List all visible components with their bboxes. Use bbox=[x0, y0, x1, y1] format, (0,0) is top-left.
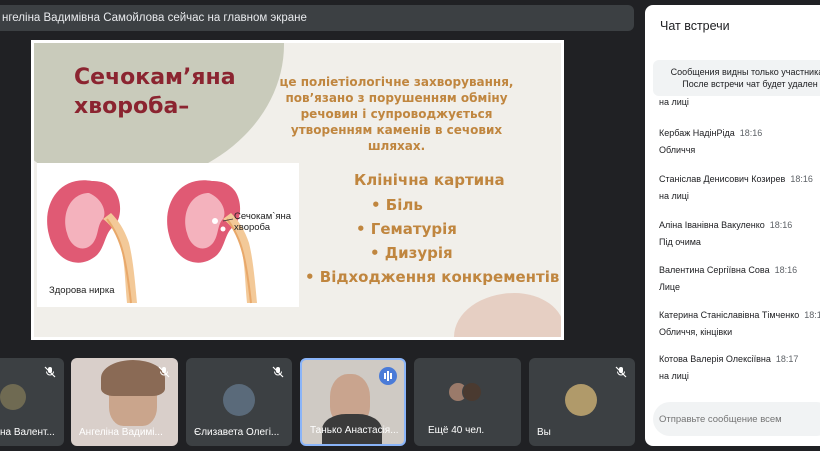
avatar bbox=[223, 384, 255, 416]
stone-disease-label: Сечокам`яна хвороба bbox=[234, 211, 291, 233]
chat-message: Аліна Іванівна Вакуленко 18:16 Під очима bbox=[659, 220, 820, 247]
slide-description: це поліетіологічне захворування, пов’яза… bbox=[279, 75, 514, 153]
decorative-shape bbox=[454, 293, 561, 337]
message-text: Обличчя, кінцівки bbox=[659, 327, 733, 337]
message-time: 18:17 bbox=[804, 310, 820, 320]
message-author: Валентина Сергіївна Сова bbox=[659, 265, 770, 275]
chat-message: Котова Валерія Олексіївна 18:17 на лиці bbox=[659, 354, 820, 381]
message-author: Котова Валерія Олексіївна bbox=[659, 354, 771, 364]
chat-message: Катерина Станіславівна Тімченко 18:17 Обл… bbox=[659, 310, 820, 337]
kidney-illustration: Здорова нирка Сечокам`яна хвороба bbox=[37, 163, 299, 307]
presentation-slide: Сечокам’яна хвороба– це поліетіологічне … bbox=[34, 43, 561, 337]
symptom-list: • Біль • Гематурія • Дизурія • Відходжен… bbox=[299, 193, 561, 289]
mic-off-icon bbox=[615, 366, 627, 378]
slide-title: Сечокам’яна хвороба– bbox=[74, 65, 236, 119]
clinical-picture-title: Клінічна картина bbox=[354, 171, 505, 189]
participant-hair bbox=[101, 360, 165, 396]
chat-message: Кербаж НадінРіда 18:16 Обличчя bbox=[659, 128, 820, 155]
mic-off-icon bbox=[44, 366, 56, 378]
message-time: 18:16 bbox=[769, 220, 793, 230]
avatar bbox=[462, 382, 482, 402]
participant-tile[interactable]: на Валент... bbox=[0, 358, 64, 446]
participant-tile-active-speaker[interactable]: Танько Анастасія... bbox=[300, 358, 406, 446]
avatar bbox=[0, 384, 26, 410]
symptom-item: • Відходження конкрементів bbox=[305, 268, 560, 286]
mic-off-icon bbox=[272, 366, 284, 378]
participant-name: на Валент... bbox=[0, 427, 55, 438]
more-participants-tile[interactable]: Ещё 40 чел. bbox=[414, 358, 521, 446]
speaking-indicator-icon bbox=[379, 367, 397, 385]
message-author: Кербаж НадінРіда bbox=[659, 128, 735, 138]
message-time: 18:16 bbox=[790, 174, 813, 184]
symptom-item: • Дизурія bbox=[370, 244, 453, 262]
message-text: Обличчя bbox=[659, 145, 696, 155]
chat-message: Валентина Сергіївна Сова 18:16 Лице bbox=[659, 265, 820, 292]
symptom-item: • Біль bbox=[371, 196, 423, 214]
presenting-text: нгеліна Вадимівна Самойлова сейчас на гл… bbox=[2, 12, 307, 24]
shared-screen: Сечокам’яна хвороба– це поліетіологічне … bbox=[31, 40, 564, 340]
avatar bbox=[565, 384, 597, 416]
message-text: на лиці bbox=[659, 191, 689, 201]
participant-tile[interactable]: Єлизавета Олегі... bbox=[186, 358, 292, 446]
chat-message: Станіслав Денисович Козирев 18:16 на лиці bbox=[659, 174, 820, 201]
participant-name: Вы bbox=[537, 427, 551, 438]
participant-tile[interactable]: Ангеліна Вадимі... bbox=[71, 358, 178, 446]
symptom-item: • Гематурія bbox=[356, 220, 457, 238]
healthy-kidney-label: Здорова нирка bbox=[49, 285, 115, 296]
message-author: Катерина Станіславівна Тімченко bbox=[659, 310, 800, 320]
message-text: Лице bbox=[659, 282, 680, 292]
presenting-banner: нгеліна Вадимівна Самойлова сейчас на гл… bbox=[0, 5, 634, 31]
chat-note-line: Сообщения видны только участникам bbox=[670, 67, 820, 77]
participant-name: Ангеліна Вадимі... bbox=[79, 427, 163, 438]
message-text: на лиці bbox=[659, 371, 689, 381]
stone-kidney-image bbox=[167, 180, 257, 304]
message-time: 18:16 bbox=[774, 265, 798, 275]
message-text: на лиці bbox=[659, 97, 689, 107]
participant-name: Єлизавета Олегі... bbox=[194, 427, 280, 438]
more-participants-label: Ещё 40 чел. bbox=[428, 425, 485, 436]
self-tile[interactable]: Вы bbox=[529, 358, 635, 446]
stone-label-line: Сечокам`яна bbox=[234, 211, 292, 222]
chat-message-input[interactable] bbox=[653, 402, 820, 436]
participant-name: Танько Анастасія... bbox=[310, 425, 399, 436]
message-text: Під очима bbox=[659, 237, 701, 247]
chat-title: Чат встречи bbox=[660, 19, 730, 33]
message-time: 18:16 bbox=[739, 128, 763, 138]
stone-label-line: хвороба bbox=[234, 222, 271, 233]
message-author: Станіслав Денисович Козирев bbox=[659, 174, 786, 184]
chat-note-line: После встречи чат будет удален bbox=[682, 79, 818, 89]
message-author: Аліна Іванівна Вакуленко bbox=[659, 220, 765, 230]
mic-off-icon bbox=[158, 366, 170, 378]
chat-visibility-note: Сообщения видны только участникам После … bbox=[653, 60, 820, 96]
message-time: 18:17 bbox=[775, 354, 799, 364]
chat-panel: Чат встречи Сообщения видны только участ… bbox=[645, 5, 820, 446]
